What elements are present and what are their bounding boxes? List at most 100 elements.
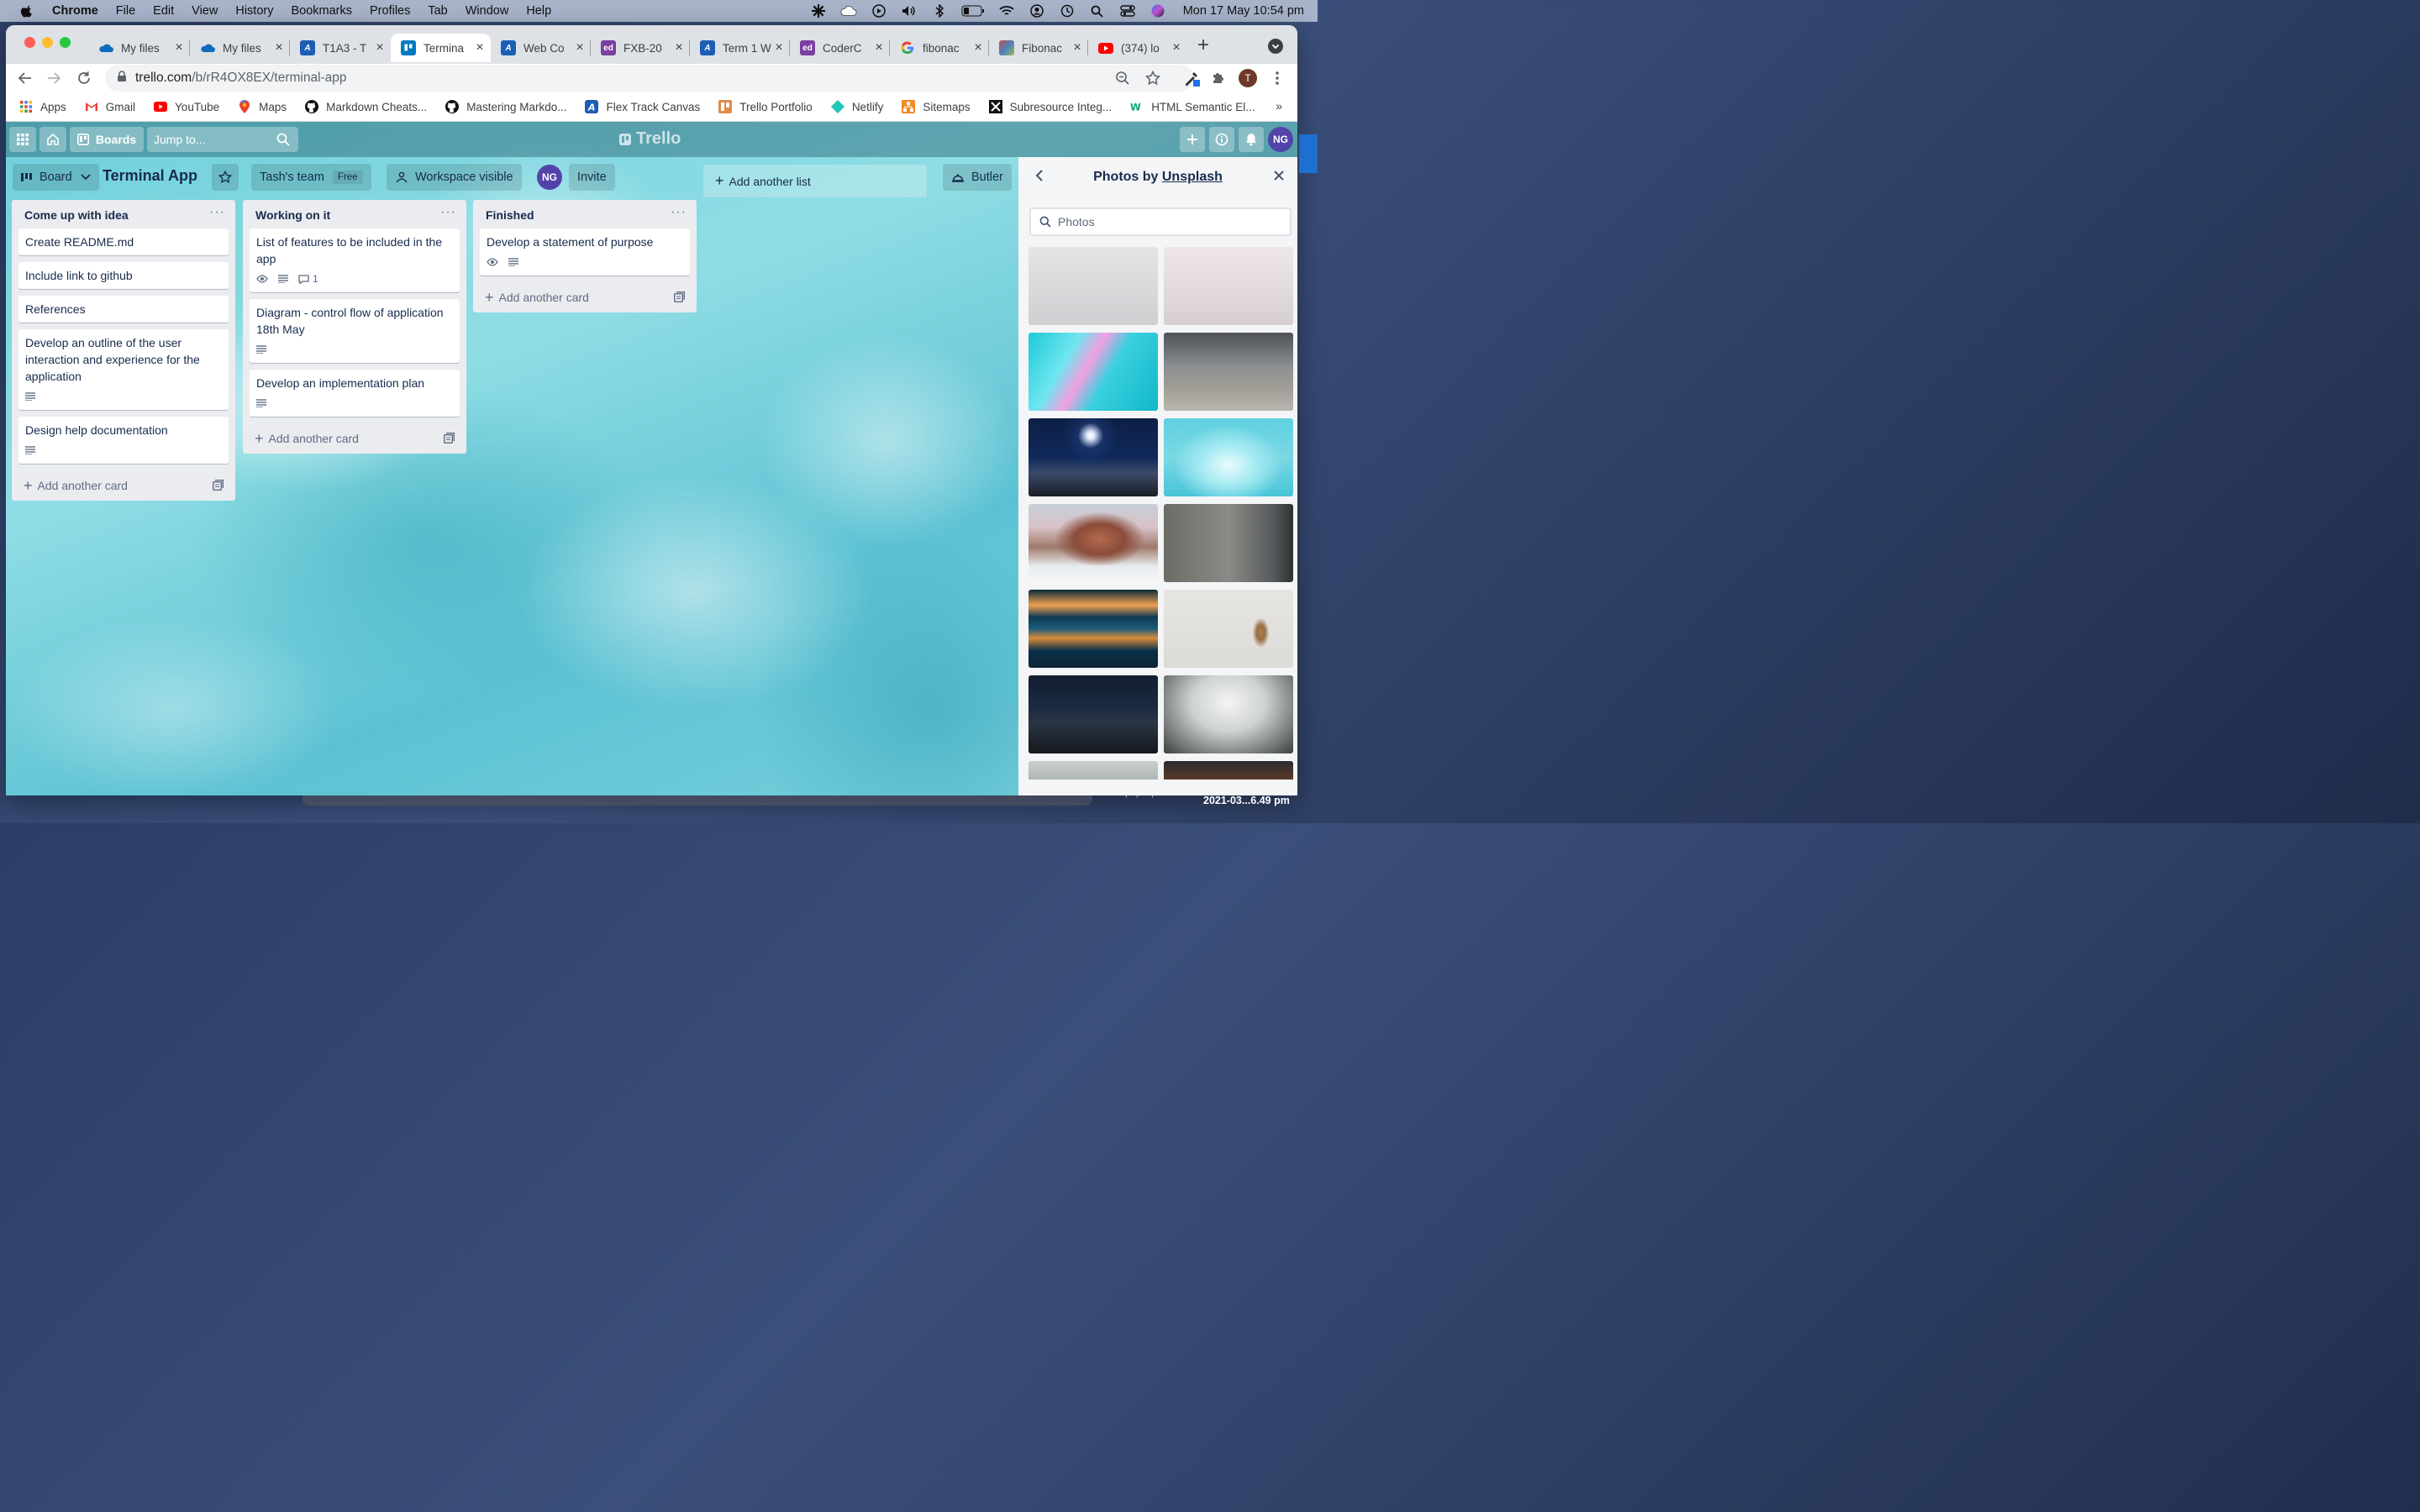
photo-thumbnail[interactable] <box>1028 761 1158 780</box>
bookmark-star-icon[interactable] <box>1144 69 1162 87</box>
tab-11[interactable]: (374) lo × <box>1088 34 1187 62</box>
menubar-clock[interactable]: Mon 17 May 10:54 pm <box>1183 4 1304 18</box>
volume-icon[interactable] <box>901 4 918 18</box>
tab-close-icon[interactable]: × <box>572 40 587 55</box>
close-window-button[interactable] <box>24 37 35 48</box>
sidebar-close-button[interactable] <box>1273 170 1285 186</box>
photo-thumbnail[interactable] <box>1164 247 1293 325</box>
photo-thumbnail[interactable] <box>1028 590 1158 668</box>
menu-bookmarks[interactable]: Bookmarks <box>291 4 352 18</box>
photo-thumbnail[interactable] <box>1028 247 1158 325</box>
menu-file[interactable]: File <box>116 4 135 18</box>
tab-close-icon[interactable]: × <box>1169 40 1184 55</box>
tab-close-icon[interactable]: × <box>472 40 487 55</box>
add-list-button[interactable]: + Add another list <box>703 165 927 197</box>
card[interactable]: List of features to be included in the a… <box>250 228 460 292</box>
photo-thumbnail[interactable] <box>1164 418 1293 496</box>
tab-close-icon[interactable]: × <box>971 40 986 55</box>
bookmark-item[interactable]: Maps <box>238 100 287 113</box>
tab-close-icon[interactable]: × <box>271 40 287 55</box>
visibility-button[interactable]: Workspace visible <box>387 164 522 191</box>
zoom-window-button[interactable] <box>60 37 71 48</box>
time-machine-icon[interactable] <box>1059 4 1076 18</box>
menu-history[interactable]: History <box>235 4 273 18</box>
menu-tab[interactable]: Tab <box>428 4 447 18</box>
address-bar[interactable]: trello.com/b/rR4OX8EX/terminal-app <box>105 65 1194 92</box>
butler-button[interactable]: Butler <box>943 164 1012 191</box>
menu-edit[interactable]: Edit <box>153 4 174 18</box>
bookmark-item[interactable]: Mastering Markdo... <box>445 100 566 113</box>
apple-icon[interactable] <box>18 3 35 18</box>
list-menu-button[interactable]: ··· <box>671 205 687 220</box>
menu-profiles[interactable]: Profiles <box>370 4 410 18</box>
bookmarks-overflow-button[interactable]: » <box>1276 99 1282 113</box>
board-title[interactable]: Terminal App <box>103 167 197 185</box>
back-button[interactable] <box>16 69 34 87</box>
tab-2[interactable]: My files × <box>190 34 290 62</box>
home-button[interactable] <box>39 127 66 152</box>
tab-close-icon[interactable]: × <box>372 40 387 55</box>
tab-close-icon[interactable]: × <box>771 40 786 55</box>
jump-to-search[interactable]: Jump to... <box>147 127 298 152</box>
wifi-icon[interactable] <box>998 4 1015 18</box>
extensions-puzzle-icon[interactable] <box>1209 69 1228 87</box>
bookmark-item[interactable]: Apps <box>19 100 66 113</box>
tab-9[interactable]: fibonac × <box>890 34 989 62</box>
board-member-avatar[interactable]: NG <box>537 165 562 190</box>
card[interactable]: References <box>18 296 229 323</box>
bookmark-item[interactable]: Gmail <box>85 100 135 113</box>
menu-window[interactable]: Window <box>466 4 509 18</box>
boards-button[interactable]: Boards <box>70 127 144 152</box>
list-title[interactable]: Come up with idea <box>24 208 129 222</box>
card[interactable]: Develop an outline of the user interacti… <box>18 329 229 410</box>
tab-1[interactable]: My files × <box>88 34 190 62</box>
bookmark-item[interactable]: YouTube <box>154 100 219 113</box>
desktop-file-label[interactable]: 2021-03...6.49 pm <box>1203 795 1290 806</box>
control-center-icon[interactable] <box>1119 4 1136 18</box>
minimize-window-button[interactable] <box>42 37 53 48</box>
tab-close-icon[interactable]: × <box>671 40 687 55</box>
tab-8[interactable]: ed CoderC × <box>790 34 890 62</box>
bookmark-item[interactable]: Sitemaps <box>902 100 971 113</box>
photo-thumbnail[interactable] <box>1164 761 1293 780</box>
forward-button[interactable] <box>45 69 63 87</box>
bookmark-item[interactable]: Netlify <box>830 100 883 113</box>
bookmark-item[interactable]: W HTML Semantic El... <box>1130 100 1255 113</box>
photo-thumbnail[interactable] <box>1164 333 1293 411</box>
siri-icon[interactable] <box>1150 4 1166 18</box>
photo-thumbnail[interactable] <box>1164 504 1293 582</box>
bookmark-item[interactable]: Markdown Cheats... <box>305 100 427 113</box>
color-picker-extension-icon[interactable] <box>1182 69 1201 87</box>
menu-view[interactable]: View <box>192 4 218 18</box>
card-template-icon[interactable] <box>443 433 455 446</box>
tab-7[interactable]: A Term 1 W × <box>690 34 790 62</box>
bookmark-item[interactable]: Trello Portfolio <box>718 100 813 113</box>
chrome-menu-icon[interactable] <box>1268 69 1286 87</box>
unsplash-link[interactable]: Unsplash <box>1162 170 1223 184</box>
play-circle-icon[interactable] <box>871 4 887 18</box>
star-board-button[interactable] <box>212 164 239 191</box>
zoom-icon[interactable] <box>1113 69 1132 87</box>
menu-help[interactable]: Help <box>526 4 551 18</box>
photo-thumbnail[interactable] <box>1028 675 1158 753</box>
notifications-button[interactable] <box>1239 127 1264 152</box>
board-view-switcher[interactable]: Board <box>13 164 99 191</box>
tab-close-icon[interactable]: × <box>871 40 886 55</box>
card[interactable]: Include link to github <box>18 262 229 289</box>
photo-thumbnail[interactable] <box>1164 675 1293 753</box>
bookmark-item[interactable]: Subresource Integ... <box>988 100 1112 113</box>
list-menu-button[interactable]: ··· <box>209 205 225 220</box>
spotlight-search-icon[interactable] <box>1089 4 1106 18</box>
add-card-button[interactable]: + Add another card <box>18 470 229 501</box>
card[interactable]: Develop a statement of purpose <box>480 228 690 276</box>
user-circle-icon[interactable] <box>1028 4 1045 18</box>
tab-close-icon[interactable]: × <box>1070 40 1085 55</box>
photo-thumbnail[interactable] <box>1028 333 1158 411</box>
tab-search-button[interactable] <box>1268 39 1283 54</box>
add-card-button[interactable]: + Add another card <box>480 282 690 312</box>
reload-button[interactable] <box>75 69 93 87</box>
list-title[interactable]: Working on it <box>255 208 330 222</box>
member-avatar[interactable]: NG <box>1268 127 1293 152</box>
tab-10[interactable]: Fibonac × <box>989 34 1088 62</box>
bluetooth-icon[interactable] <box>931 4 948 18</box>
